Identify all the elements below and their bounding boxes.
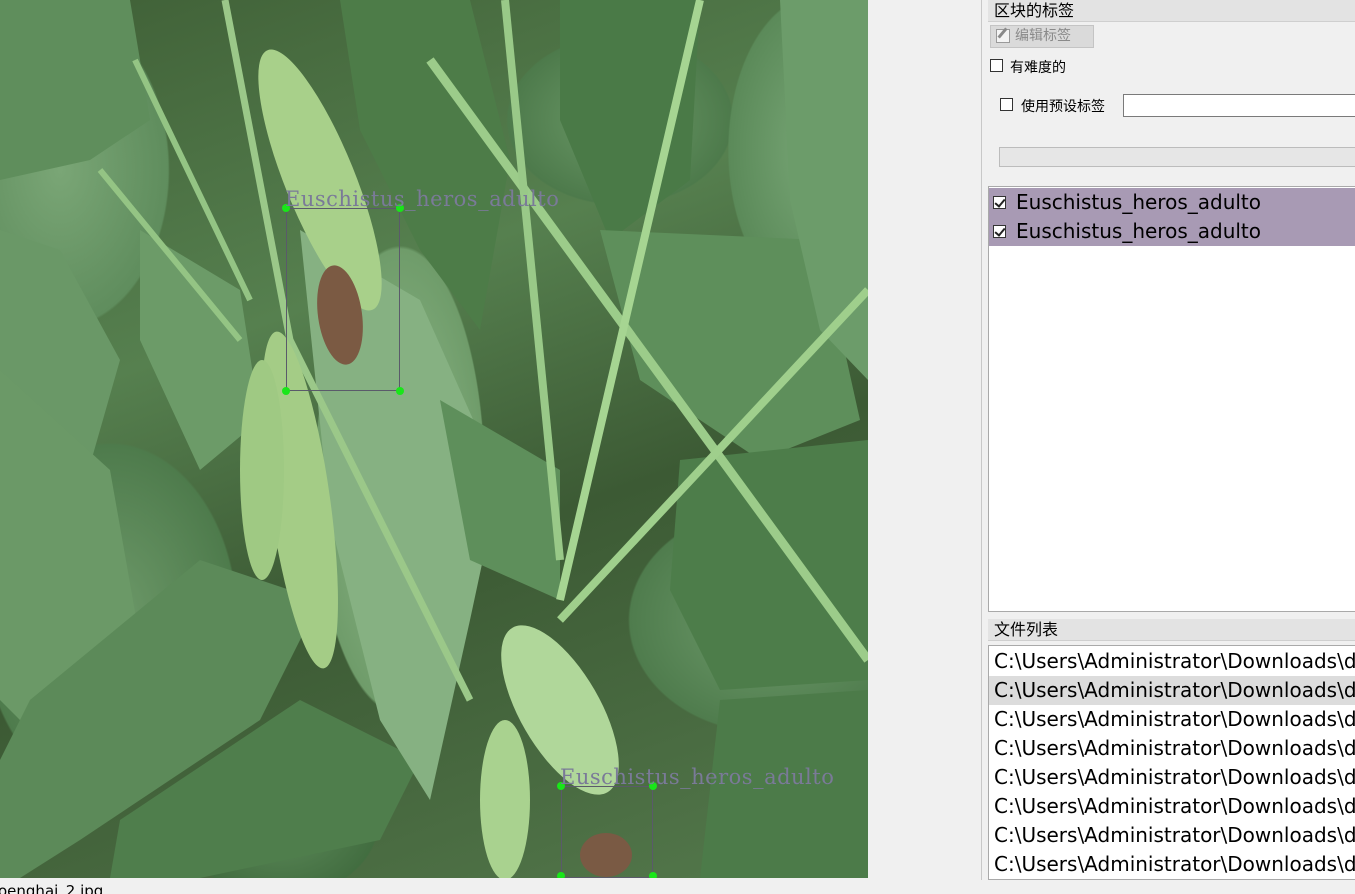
file-list-title: 文件列表 — [988, 619, 1355, 641]
annotation-label-2: Euschistus_heros_adulto — [560, 765, 835, 789]
edit-label-button[interactable]: 编辑标签 — [990, 25, 1094, 48]
default-label-input[interactable] — [1123, 94, 1355, 117]
image-canvas[interactable]: Euschistus_heros_adulto Euschistus_heros… — [0, 0, 868, 878]
file-list-item[interactable]: C:\Users\Administrator\Downloads\da — [989, 821, 1355, 850]
label-list[interactable]: Euschistus_heros_adulto Euschistus_heros… — [988, 186, 1355, 612]
progress-bar — [999, 147, 1355, 167]
status-bar-filename: oenghai_2.jpg — [0, 882, 104, 894]
annotation-label-1: Euschistus_heros_adulto — [285, 187, 560, 211]
label-list-item[interactable]: Euschistus_heros_adulto — [989, 188, 1355, 217]
file-list-item[interactable]: C:\Users\Administrator\Downloads\da — [989, 705, 1355, 734]
resize-handle[interactable] — [396, 387, 404, 395]
annotation-box-2[interactable] — [561, 786, 653, 878]
status-bar: oenghai_2.jpg — [0, 880, 1355, 894]
block-labels-title: 区块的标签 — [988, 0, 1355, 22]
label-list-item-text: Euschistus_heros_adulto — [1016, 190, 1261, 214]
edit-label-button-text: 编辑标签 — [1015, 28, 1071, 44]
label-visible-checkbox[interactable] — [993, 225, 1006, 238]
right-dock: 区块的标签 编辑标签 有难度的 使用预设标签 Euschistus_heros_… — [981, 0, 1355, 880]
resize-handle[interactable] — [282, 387, 290, 395]
use-default-label-label: 使用预设标签 — [1021, 99, 1105, 115]
file-list-item[interactable]: C:\Users\Administrator\Downloads\da — [989, 647, 1355, 676]
file-list-item-selected[interactable]: C:\Users\Administrator\Downloads\da — [989, 676, 1355, 705]
file-list[interactable]: C:\Users\Administrator\Downloads\da C:\U… — [988, 645, 1355, 880]
soybean-leaves-photo — [0, 0, 868, 878]
annotation-box-1[interactable] — [286, 208, 400, 391]
file-list-item[interactable]: C:\Users\Administrator\Downloads\da — [989, 850, 1355, 879]
file-list-item[interactable]: C:\Users\Administrator\Downloads\da — [989, 734, 1355, 763]
difficult-checkbox-label: 有难度的 — [1010, 60, 1066, 76]
use-default-label-checkbox[interactable] — [1000, 98, 1013, 111]
label-visible-checkbox[interactable] — [993, 196, 1006, 209]
label-list-item-text: Euschistus_heros_adulto — [1016, 219, 1261, 243]
file-list-item[interactable]: C:\Users\Administrator\Downloads\da — [989, 763, 1355, 792]
edit-pencil-icon — [996, 29, 1010, 43]
file-list-item[interactable]: C:\Users\Administrator\Downloads\da — [989, 792, 1355, 821]
resize-handle[interactable] — [557, 872, 565, 878]
resize-handle[interactable] — [649, 872, 657, 878]
difficult-checkbox[interactable] — [990, 59, 1003, 72]
label-list-item[interactable]: Euschistus_heros_adulto — [989, 217, 1355, 246]
